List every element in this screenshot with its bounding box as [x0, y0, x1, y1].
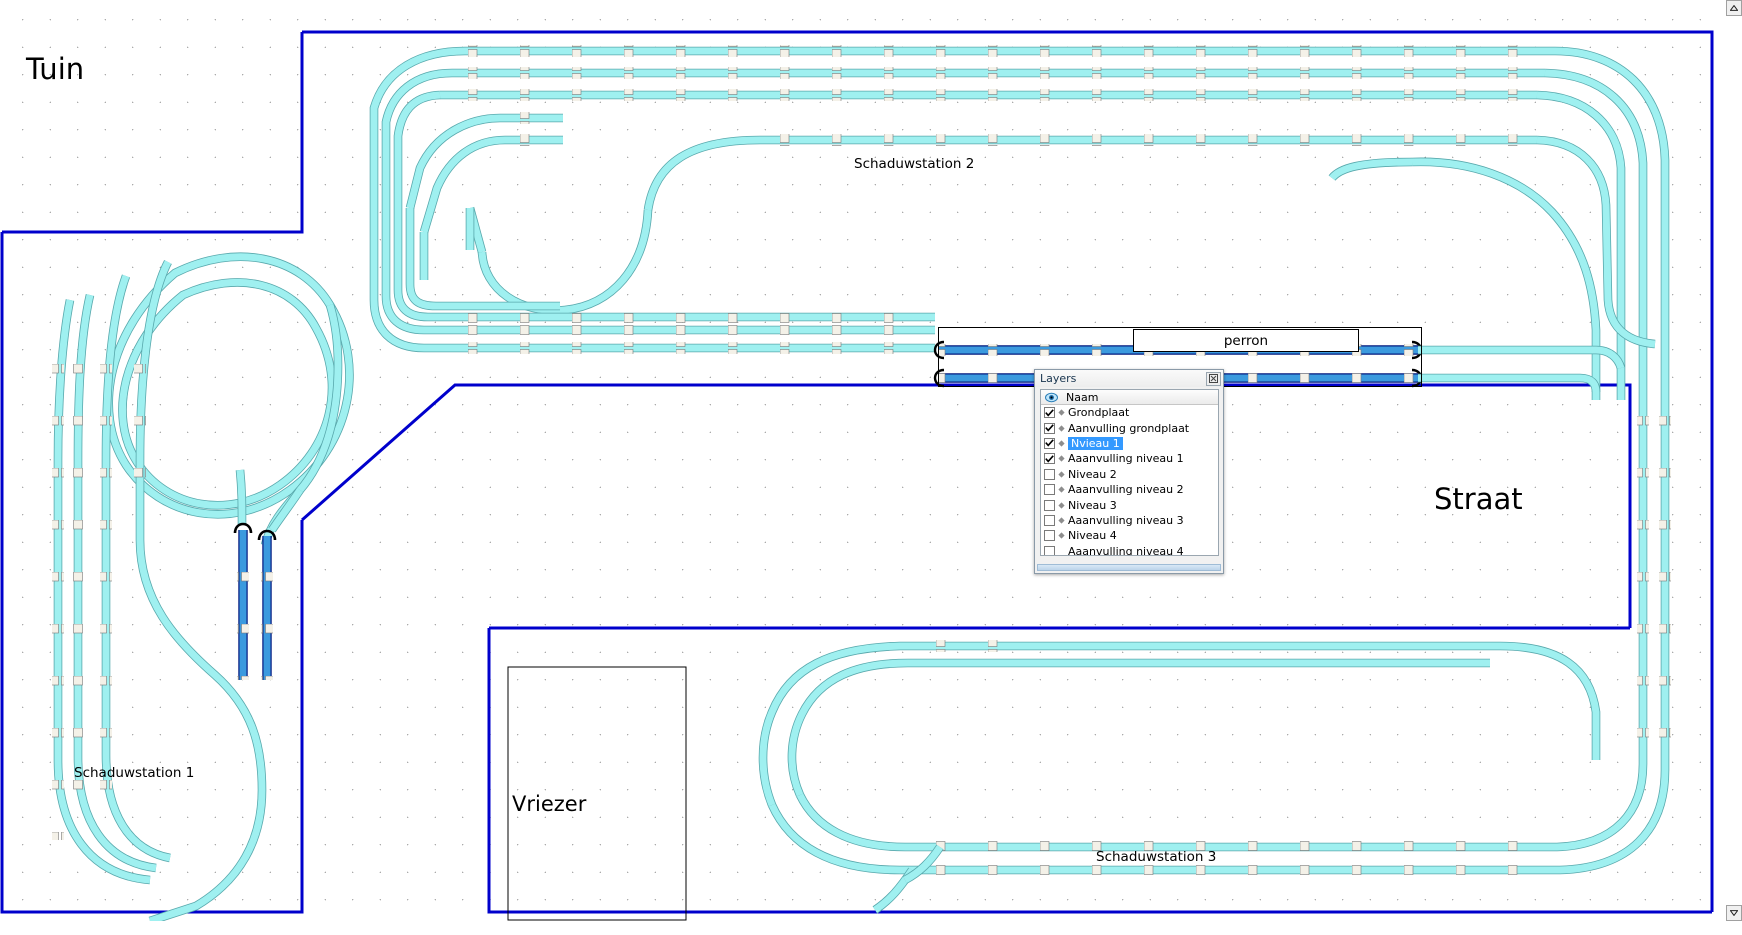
track-top-line-1	[465, 45, 1555, 57]
layer-visibility-checkbox[interactable]	[1044, 499, 1055, 511]
track-bottom-line-1	[758, 640, 1180, 876]
layer-row[interactable]: Aaanvulling niveau 1	[1041, 451, 1218, 466]
track-descender-bundle	[369, 200, 935, 354]
layer-row[interactable]: Niveau 2	[1041, 467, 1218, 482]
vertical-scrollbar[interactable]	[1725, 0, 1742, 921]
track-left-staging	[52, 260, 267, 885]
diamond-dot-icon	[1058, 486, 1065, 493]
track-stub-selected-2	[261, 536, 273, 680]
label-straat: Straat	[1434, 482, 1523, 516]
check-icon	[1045, 439, 1054, 448]
track-siding-b	[419, 134, 563, 234]
layer-name-label: Grondplaat	[1068, 406, 1130, 420]
label-schaduwstation-3: Schaduwstation 3	[1096, 849, 1217, 865]
layer-row[interactable]: Aaanvulling niveau 4	[1041, 544, 1218, 556]
diamond-dot-icon	[1058, 440, 1065, 447]
horizontal-scrollbar[interactable]	[0, 921, 1726, 935]
layer-name-label: Niveau 4	[1068, 529, 1117, 543]
check-icon	[1045, 424, 1054, 432]
layer-visibility-checkbox[interactable]	[1044, 468, 1055, 480]
layers-dialog-titlebar[interactable]: Layers	[1035, 370, 1223, 387]
track-stub-selected-1	[237, 530, 249, 680]
layer-color-dot	[1055, 409, 1068, 416]
layer-row[interactable]: Aaanvulling niveau 3	[1041, 513, 1218, 528]
layers-dialog[interactable]: Layers Naam Grondplaat Aanvulling grondp…	[1034, 369, 1224, 574]
layers-rows-container: Grondplaat Aanvulling grondplaat Nvieau 1 A…	[1041, 405, 1218, 556]
track-helix-exit	[235, 364, 343, 547]
layer-name-label: Nvieau 1	[1068, 436, 1123, 450]
diamond-dot-icon	[1058, 409, 1065, 416]
layers-dialog-statusbar	[1037, 564, 1221, 571]
label-tuin: Tuin	[26, 52, 85, 86]
scroll-up-arrow[interactable]	[1726, 0, 1742, 16]
track-right-verticals	[1180, 360, 1671, 876]
track-network	[52, 45, 1671, 921]
perron-label-box: perron	[1133, 329, 1359, 352]
triangle-up-icon	[1730, 5, 1738, 11]
label-schaduwstation-2: Schaduwstation 2	[854, 156, 975, 172]
layer-visibility-checkbox[interactable]	[1044, 484, 1055, 496]
diamond-dot-icon	[1058, 517, 1065, 524]
track-bottom-turnout	[872, 844, 944, 914]
scrollbar-corner	[1726, 921, 1742, 935]
layers-list-header: Naam	[1041, 390, 1218, 405]
diamond-dot-icon	[1058, 501, 1065, 509]
layer-visibility-checkbox[interactable]	[1044, 422, 1055, 434]
eye-icon[interactable]	[1041, 392, 1061, 403]
eye-glyph	[1044, 392, 1058, 402]
diamond-dot-icon	[1058, 532, 1065, 539]
track-bottom-right-merge	[1020, 641, 1601, 760]
track-bottom-line-2	[787, 658, 1180, 853]
layers-dialog-title: Layers	[1040, 372, 1077, 385]
perron-label: perron	[1223, 332, 1269, 349]
layer-color-dot	[1055, 486, 1068, 493]
layer-name-label: Aaanvulling niveau 2	[1068, 483, 1184, 497]
layer-name-label: Aaanvulling niveau 4	[1068, 544, 1184, 556]
application-window: .trk{fill:none;stroke:#9ff0f0;stroke-wid…	[0, 0, 1742, 935]
layer-row[interactable]: Niveau 3	[1041, 497, 1218, 512]
layer-color-dot	[1055, 440, 1068, 447]
diamond-dot-icon	[1058, 471, 1065, 478]
triangle-down-icon	[1730, 910, 1738, 916]
diamond-dot-icon	[1058, 455, 1065, 462]
layer-row[interactable]: Niveau 4	[1041, 528, 1218, 543]
track-top-line-2	[452, 67, 1545, 79]
layers-column-naam: Naam	[1066, 390, 1099, 404]
label-vriezer: Vriezer	[512, 792, 587, 816]
layer-name-label: Aaanvulling niveau 3	[1068, 513, 1184, 527]
layers-list[interactable]: Naam Grondplaat Aanvulling grondplaat Nvie…	[1040, 389, 1219, 556]
layer-color-dot	[1055, 455, 1068, 462]
layer-color-dot	[1055, 501, 1068, 509]
layer-color-dot	[1055, 471, 1068, 478]
layer-name-label: Niveau 2	[1068, 467, 1117, 481]
layer-row[interactable]: Nvieau 1	[1041, 436, 1218, 451]
layer-visibility-checkbox[interactable]	[1044, 407, 1055, 419]
layer-name-label: Aanvulling grondplaat	[1068, 421, 1190, 435]
layer-color-dot	[1055, 424, 1068, 432]
layer-visibility-checkbox[interactable]	[1044, 545, 1055, 555]
layer-visibility-checkbox[interactable]	[1044, 437, 1055, 449]
layer-name-label: Niveau 3	[1068, 498, 1117, 512]
layer-row[interactable]: Aaanvulling niveau 2	[1041, 482, 1218, 497]
layer-name-label: Aaanvulling niveau 1	[1068, 452, 1184, 466]
track-plan-canvas[interactable]: .trk{fill:none;stroke:#9ff0f0;stroke-wid…	[0, 0, 1726, 921]
label-schaduwstation-1: Schaduwstation 1	[74, 765, 195, 781]
close-glyph	[1209, 374, 1218, 383]
layer-color-dot	[1055, 517, 1068, 524]
layer-visibility-checkbox[interactable]	[1044, 514, 1055, 526]
close-icon[interactable]	[1206, 371, 1221, 386]
check-icon	[1045, 408, 1054, 417]
layer-visibility-checkbox[interactable]	[1044, 453, 1055, 465]
diamond-dot-icon	[1058, 424, 1065, 432]
layer-color-dot	[1055, 532, 1068, 539]
scroll-down-arrow[interactable]	[1726, 905, 1742, 921]
layer-row[interactable]: Grondplaat	[1041, 405, 1218, 420]
track-plan-drawing: .trk{fill:none;stroke:#9ff0f0;stroke-wid…	[0, 30, 1714, 921]
check-icon	[1045, 455, 1054, 463]
layer-row[interactable]: Aanvulling grondplaat	[1041, 420, 1218, 435]
track-top-line-3	[440, 89, 1537, 101]
layer-visibility-checkbox[interactable]	[1044, 530, 1055, 542]
